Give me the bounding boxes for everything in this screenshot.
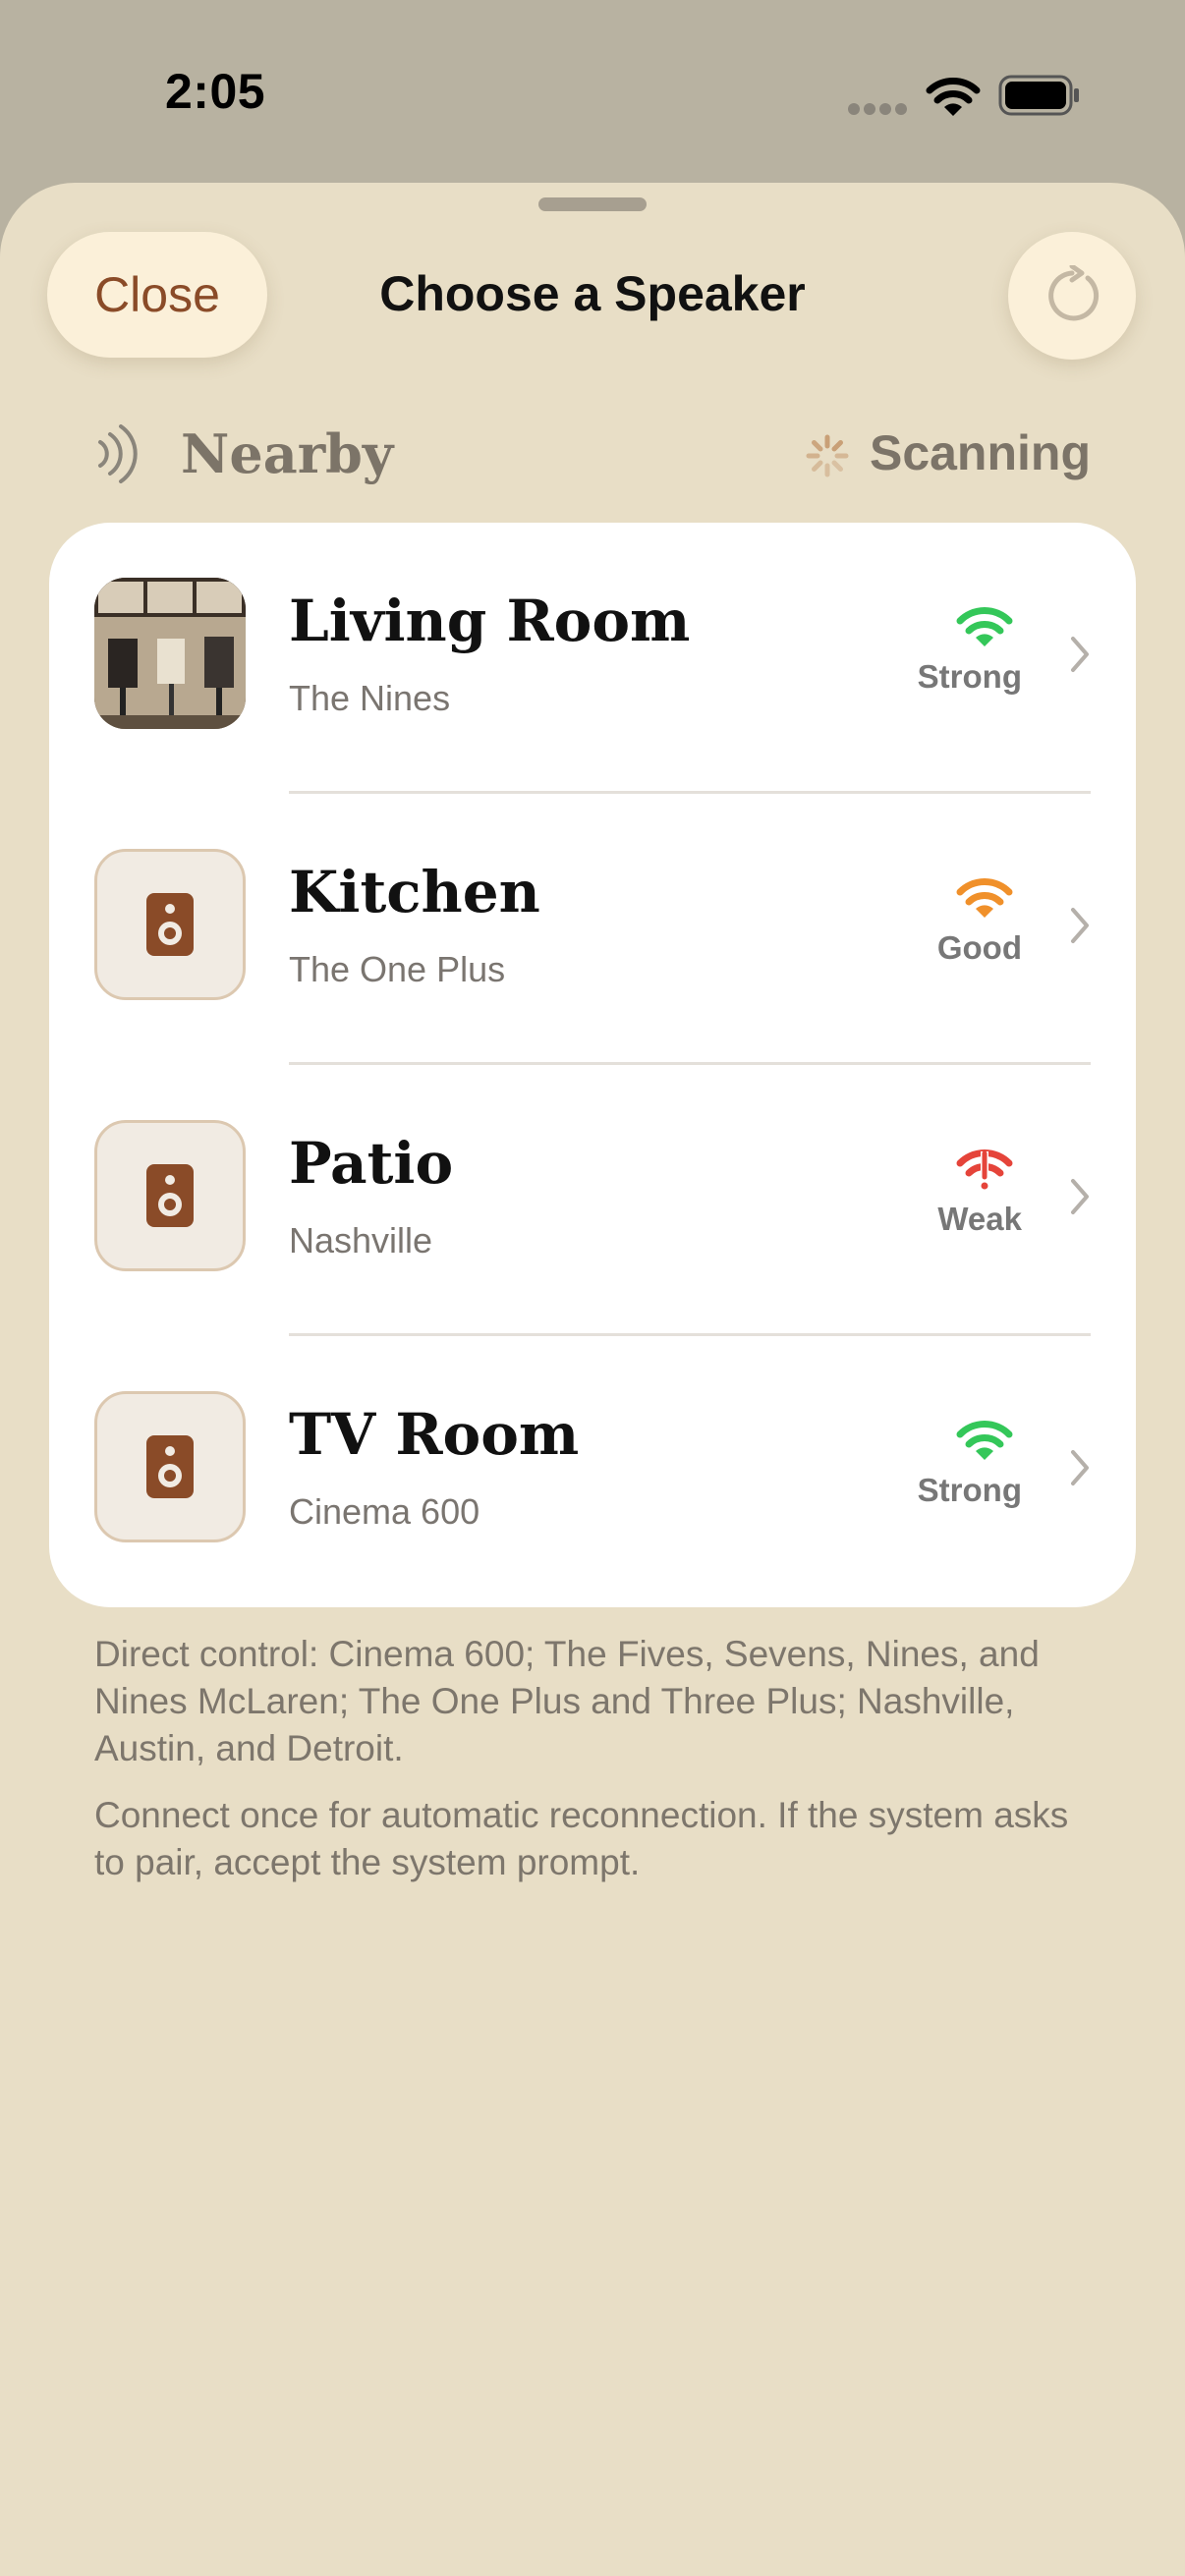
speaker-model: Cinema 600 (289, 1491, 480, 1532)
speaker-icon (146, 1435, 194, 1498)
signal-label: Weak (937, 1201, 1022, 1237)
cellular-icon (848, 103, 907, 115)
wifi-strong-icon (956, 1421, 1013, 1460)
speaker-photo-thumbnail (94, 578, 246, 729)
speaker-row-living-room[interactable]: Living Room The Nines Strong (49, 523, 1136, 794)
speaker-icon (146, 1164, 194, 1227)
compatibility-note: Direct control: Cinema 600; The Fives, S… (94, 1634, 1040, 1768)
speaker-list: Living Room The Nines Strong Kitchen The… (49, 523, 1136, 1607)
speaker-model: Nashville (289, 1220, 433, 1260)
speaker-thumbnail (94, 1120, 246, 1271)
speaker-model: The Nines (289, 678, 451, 718)
status-bar: 2:05 (0, 0, 1185, 187)
speaker-row-kitchen[interactable]: Kitchen The One Plus Good (49, 794, 1136, 1065)
speaker-row-patio[interactable]: Patio Nashville Weak (49, 1065, 1136, 1336)
sheet-grabber[interactable] (538, 197, 647, 211)
nearby-section-header: Nearby Scanning (0, 415, 1185, 493)
speaker-row-tv-room[interactable]: TV Room Cinema 600 Strong (49, 1336, 1136, 1607)
speaker-name: Kitchen (289, 859, 540, 925)
signal-label: Strong (917, 658, 1022, 695)
signal-indicator: Strong (875, 605, 1022, 696)
speaker-photo-icon (94, 578, 246, 729)
status-time: 2:05 (165, 64, 266, 119)
signal-indicator: Weak (875, 1148, 1022, 1238)
wifi-good-icon (956, 878, 1013, 918)
wifi-icon (926, 78, 981, 116)
refresh-button[interactable] (1008, 232, 1136, 360)
signal-indicator: Good (875, 876, 1022, 967)
signal-indicator: Strong (875, 1419, 1022, 1509)
speaker-name: Patio (289, 1130, 454, 1197)
chevron-right-icon (1071, 908, 1089, 943)
wifi-strong-icon (956, 607, 1013, 646)
speaker-icon (146, 893, 194, 956)
speaker-name: TV Room (289, 1401, 580, 1468)
signal-label: Strong (917, 1472, 1022, 1508)
pairing-hint: Connect once for automatic reconnection.… (94, 1795, 1069, 1882)
scanning-status: Scanning (869, 425, 1091, 480)
chevron-right-icon (1071, 1450, 1089, 1485)
refresh-icon (1048, 265, 1100, 321)
signal-label: Good (936, 929, 1022, 966)
battery-icon (998, 75, 1079, 116)
scanning-spinner-icon (806, 434, 849, 477)
speaker-name: Living Room (289, 588, 691, 654)
wifi-weak-icon (956, 1149, 1013, 1190)
broadcast-icon (98, 424, 138, 483)
speaker-thumbnail (94, 849, 246, 1000)
chevron-right-icon (1071, 637, 1089, 672)
chevron-right-icon (1071, 1179, 1089, 1214)
speaker-picker-sheet: Close Choose a Speaker Nearby Scanning L… (0, 183, 1185, 2576)
speaker-thumbnail (94, 1391, 246, 1542)
nearby-label: Nearby (181, 422, 394, 485)
speaker-model: The One Plus (289, 949, 506, 989)
